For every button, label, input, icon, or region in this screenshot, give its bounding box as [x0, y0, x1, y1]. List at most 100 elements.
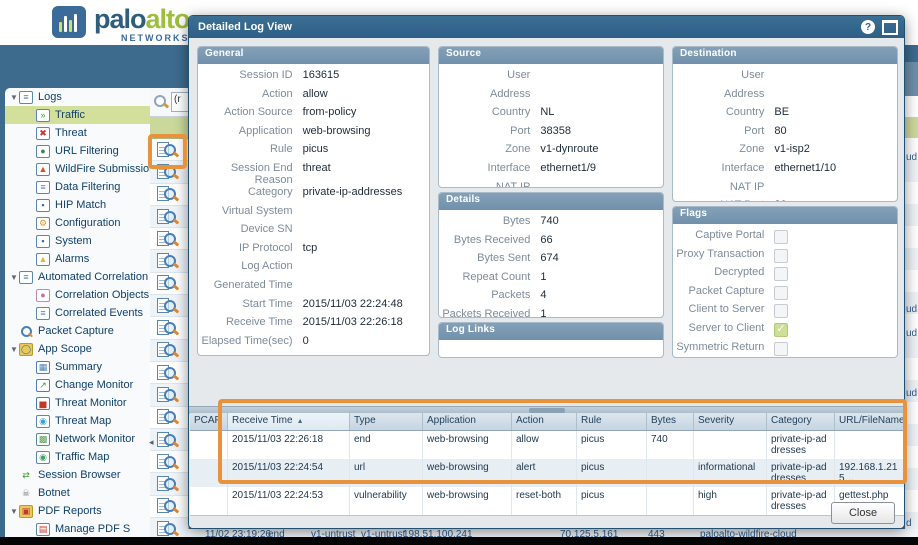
bg-cell-text-fragment: d: [906, 518, 912, 529]
detail-view-icon[interactable]: [157, 298, 179, 314]
sidebar-item-pdf-reports[interactable]: ▼▣PDF Reports: [5, 502, 150, 520]
sidebar-item-system[interactable]: ▪System: [5, 232, 150, 250]
table-row[interactable]: 2015/11/03 22:26:18endweb-browsingallowp…: [190, 431, 905, 459]
sidebar-item-correlated-events[interactable]: ≡Correlated Events: [5, 304, 150, 322]
log-row: [150, 429, 188, 451]
details-row: Packets Received1: [441, 308, 657, 318]
detail-view-icon[interactable]: [157, 498, 179, 514]
field-label: Repeat Count: [441, 271, 540, 283]
sidebar-item-threat[interactable]: ✖Threat: [5, 124, 150, 142]
detail-view-icon[interactable]: [157, 365, 179, 381]
table-cell: 2015/11/03 22:24:54: [228, 459, 350, 487]
close-button[interactable]: Close: [831, 502, 895, 524]
summary-icon: ▦: [36, 361, 50, 374]
sidebar-item-label: Traffic: [55, 109, 85, 121]
detail-view-icon[interactable]: [157, 387, 179, 403]
detail-view-icon[interactable]: [157, 186, 179, 202]
sidebar-item-change-monitor[interactable]: ↗Change Monitor: [5, 376, 150, 394]
sidebar-item-app-scope[interactable]: ▼◯App Scope: [5, 340, 150, 358]
table-row[interactable]: 2015/11/03 22:24:54urlweb-browsingalertp…: [190, 459, 905, 487]
detail-view-icon[interactable]: [157, 320, 179, 336]
expand-arrow-icon[interactable]: ▼: [9, 273, 19, 282]
sidebar-item-traffic-map[interactable]: ◉ Traffic Map: [5, 448, 150, 466]
field-value: v1-isp2: [774, 143, 891, 155]
log-row: [150, 250, 188, 272]
field-label: Address: [441, 88, 540, 100]
sidebar-item-threat-monitor[interactable]: ▅Threat Monitor: [5, 394, 150, 412]
sidebar-item-packet-capture[interactable]: Packet Capture: [5, 322, 150, 340]
column-header-rule[interactable]: Rule: [577, 413, 647, 430]
field-label: Country: [675, 106, 774, 118]
sidebar-item-data-filtering[interactable]: ≡Data Filtering: [5, 178, 150, 196]
sidebar-item-hip-match[interactable]: ▪HIP Match: [5, 196, 150, 214]
sidebar-item-wildfire-submissions[interactable]: ▲WildFire Submissions: [5, 160, 150, 178]
sidebar-item-threat-map[interactable]: ◉Threat Map: [5, 412, 150, 430]
dialog-body: GeneralSession ID163615ActionallowAction…: [189, 38, 904, 529]
table-header-row: PCAPReceive Time▲TypeApplicationActionRu…: [190, 413, 905, 431]
expand-arrow-icon[interactable]: ▼: [9, 93, 19, 102]
column-header-category[interactable]: Category: [767, 413, 835, 430]
destination-row: NAT Port80: [675, 199, 891, 202]
column-header-bytes[interactable]: Bytes: [647, 413, 694, 430]
log-row: [150, 228, 188, 250]
filter-input[interactable]: (r: [171, 92, 188, 112]
column-header-severity[interactable]: Severity: [694, 413, 767, 430]
sidebar-item-logs[interactable]: ▼≡Logs: [5, 88, 150, 106]
detail-view-icon[interactable]: [157, 275, 179, 291]
detail-view-icon[interactable]: [157, 454, 179, 470]
detail-view-icon[interactable]: [157, 409, 179, 425]
table-cell: private-ip-addresses: [767, 487, 835, 515]
field-label: Device SN: [200, 223, 303, 235]
url-filtering-icon: ●: [36, 145, 50, 158]
paloalto-logo-icon: [52, 6, 86, 38]
detail-view-icon[interactable]: [157, 521, 179, 537]
detail-view-icon[interactable]: [157, 432, 179, 448]
help-icon[interactable]: ?: [861, 20, 875, 34]
destination-row: CountryBE: [675, 106, 891, 125]
expand-arrow-icon[interactable]: ▼: [9, 507, 19, 516]
table-row[interactable]: 2015/11/03 22:24:53vulnerabilityweb-brow…: [190, 487, 905, 515]
panel-collapse-arrow-icon[interactable]: ◂: [149, 437, 154, 448]
expand-arrow-icon[interactable]: ▼: [9, 345, 19, 354]
sidebar-item-traffic[interactable]: »Traffic: [5, 106, 150, 124]
sidebar-item-botnet[interactable]: ☠Botnet: [5, 484, 150, 502]
sidebar-item-url-filtering[interactable]: ●URL Filtering: [5, 142, 150, 160]
traffic-map-icon: ◉: [36, 451, 50, 464]
sidebar-item-correlation-objects[interactable]: ●Correlation Objects: [5, 286, 150, 304]
sidebar-item-label: Traffic Map: [55, 451, 109, 463]
detail-view-icon[interactable]: [157, 476, 179, 492]
column-header-receive-time[interactable]: Receive Time▲: [228, 413, 350, 430]
sidebar-item-manage-pdf-s[interactable]: ▤Manage PDF S: [5, 520, 150, 537]
detail-view-icon[interactable]: [157, 209, 179, 225]
column-header-action[interactable]: Action: [512, 413, 577, 430]
sidebar-item-alarms[interactable]: ▲Alarms: [5, 250, 150, 268]
sidebar-item-summary[interactable]: ▦Summary: [5, 358, 150, 376]
detail-view-icon[interactable]: [157, 142, 179, 158]
maximize-icon[interactable]: [882, 20, 898, 35]
log-row: [150, 518, 188, 537]
flag-checkbox-unchecked: [774, 249, 788, 263]
details-panel-title: Details: [439, 193, 663, 210]
column-header-type[interactable]: Type: [350, 413, 423, 430]
log_links-panel-body: [439, 340, 663, 347]
hip-match-icon: ▪: [36, 199, 50, 212]
detail-view-icon[interactable]: [157, 231, 179, 247]
field-label: Packets: [441, 289, 540, 301]
detail-view-icon[interactable]: [157, 164, 179, 180]
flags-row: Client to Server: [675, 303, 891, 322]
detail-view-icon[interactable]: [157, 253, 179, 269]
table-cell: high: [694, 487, 767, 515]
table-cell: 192.168.1.215…: [835, 459, 905, 487]
search-icon[interactable]: [153, 94, 169, 110]
sidebar-item-network-monitor[interactable]: ▩Network Monitor: [5, 430, 150, 448]
sidebar-item-configuration[interactable]: ⚙Configuration: [5, 214, 150, 232]
screen-bottom-strip: [0, 537, 918, 545]
detail-view-icon[interactable]: [157, 342, 179, 358]
column-header-url-filename[interactable]: URL/FileName: [835, 413, 905, 430]
sidebar-item-session-browser[interactable]: ⇄Session Browser: [5, 466, 150, 484]
field-label: User: [441, 69, 540, 81]
sidebar-item-automated-correlation[interactable]: ▼≡Automated Correlation: [5, 268, 150, 286]
source-panel-body: UserAddressCountryNLPort38358Zonev1-dynr…: [439, 64, 663, 188]
column-header-pcap[interactable]: PCAP: [190, 413, 228, 430]
column-header-application[interactable]: Application: [423, 413, 512, 430]
